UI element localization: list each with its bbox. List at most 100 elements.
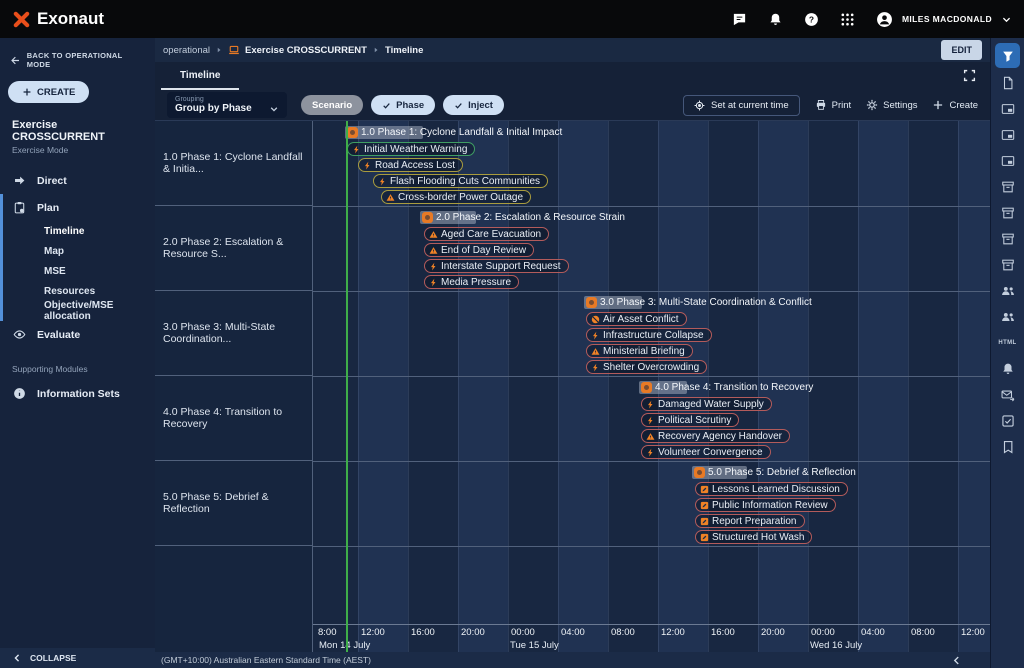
edit-icon xyxy=(700,533,709,542)
breadcrumb-operational[interactable]: operational xyxy=(163,45,210,56)
inject-pill-volunteer-convergence[interactable]: Volunteer Convergence xyxy=(641,445,771,459)
warning-icon xyxy=(646,432,655,441)
bell-icon[interactable] xyxy=(768,12,783,27)
warning-icon xyxy=(386,193,395,202)
inject-pill-end-of-day-review[interactable]: End of Day Review xyxy=(424,243,534,257)
supporting-modules-label: Supporting Modules xyxy=(0,348,155,380)
tab-timeline[interactable]: Timeline xyxy=(161,62,239,90)
inject-pill-report-preparation[interactable]: Report Preparation xyxy=(695,514,805,528)
sidebar-collapse-button[interactable]: COLLAPSE xyxy=(0,648,155,668)
tabbar: Timeline xyxy=(155,62,990,90)
rail-funnel-button[interactable] xyxy=(995,43,1020,68)
axis-line xyxy=(313,624,990,625)
phase-bar[interactable]: 4.0 Phase 4: Transition to Recovery xyxy=(641,381,813,394)
rail-pip-button[interactable] xyxy=(995,149,1020,172)
sidebar-item-direct[interactable]: Direct xyxy=(0,167,155,194)
inject-label: Flash Flooding Cuts Communities xyxy=(390,176,540,187)
rail-users-button[interactable] xyxy=(995,305,1020,328)
inject-label: Volunteer Convergence xyxy=(658,447,763,458)
rail-book-button[interactable] xyxy=(995,435,1020,458)
phase-bar[interactable]: 2.0 Phase 2: Escalation & Resource Strai… xyxy=(422,211,625,224)
rail-mail-button[interactable] xyxy=(995,383,1020,406)
day-label: Mon 14 July xyxy=(319,640,370,651)
inject-label: Aged Care Evacuation xyxy=(441,229,541,240)
time-tick-label: 16:00 xyxy=(711,627,735,638)
lightning-icon xyxy=(352,145,361,154)
rail-bell-button[interactable] xyxy=(995,357,1020,380)
rail-archive-button[interactable] xyxy=(995,201,1020,224)
filter-chip-inject[interactable]: Inject xyxy=(443,95,504,115)
filter-chip-scenario[interactable]: Scenario xyxy=(301,95,363,115)
grouping-select[interactable]: Grouping Group by Phase xyxy=(167,92,287,118)
inject-pill-road-access-lost[interactable]: Road Access Lost xyxy=(358,158,463,172)
sidebar-item-plan[interactable]: Plan xyxy=(0,194,155,221)
row-separator xyxy=(313,546,990,547)
inject-pill-flash-flooding-cuts-communities[interactable]: Flash Flooding Cuts Communities xyxy=(373,174,548,188)
rail-collapse-chevron-icon[interactable] xyxy=(951,655,962,666)
sidebar-item-evaluate[interactable]: Evaluate xyxy=(0,321,155,348)
settings-button[interactable]: Settings xyxy=(866,99,917,111)
sidebar-item-mse[interactable]: MSE xyxy=(0,261,155,281)
inject-pill-shelter-overcrowding[interactable]: Shelter Overcrowding xyxy=(586,360,707,374)
html-icon: HTML xyxy=(998,340,1016,346)
fullscreen-icon[interactable] xyxy=(963,69,976,82)
rail-users-button[interactable] xyxy=(995,279,1020,302)
help-icon[interactable]: ? xyxy=(804,12,819,27)
rail-pip-button[interactable] xyxy=(995,123,1020,146)
inject-label: Damaged Water Supply xyxy=(658,399,764,410)
user-menu[interactable]: MILES MACDONALD xyxy=(876,11,1012,28)
rail-archive-button[interactable] xyxy=(995,227,1020,250)
phase-marker-icon xyxy=(694,467,705,478)
sidebar-item-map[interactable]: Map xyxy=(0,241,155,261)
inject-pill-ministerial-briefing[interactable]: Ministerial Briefing xyxy=(586,344,693,358)
rail-html-button[interactable]: HTML xyxy=(995,331,1020,354)
lightning-icon xyxy=(646,400,655,409)
time-tick-label: 00:00 xyxy=(511,627,535,638)
sidebar-item-objective-mse-allocation[interactable]: Objective/MSE allocation xyxy=(0,301,155,321)
sidebar-item-information-sets[interactable]: Information Sets xyxy=(0,380,155,407)
rail-file-button[interactable] xyxy=(995,71,1020,94)
filter-chip-phase[interactable]: Phase xyxy=(371,95,435,115)
create-button[interactable]: CREATE xyxy=(8,81,89,103)
inject-pill-initial-weather-warning[interactable]: Initial Weather Warning xyxy=(347,142,475,156)
inject-pill-air-asset-conflict[interactable]: Air Asset Conflict xyxy=(586,312,687,326)
phase-bar[interactable]: 3.0 Phase 3: Multi-State Coordination & … xyxy=(586,296,812,309)
sidebar-item-label: Direct xyxy=(37,175,67,187)
inject-pill-public-information-review[interactable]: Public Information Review xyxy=(695,498,836,512)
timezone-note: (GMT+10:00) Australian Eastern Standard … xyxy=(161,655,371,665)
print-button[interactable]: Print xyxy=(815,99,852,111)
phase-bar[interactable]: 1.0 Phase 1: Cyclone Landfall & Initial … xyxy=(347,126,562,139)
inject-pill-media-pressure[interactable]: Media Pressure xyxy=(424,275,519,289)
message-icon[interactable] xyxy=(732,12,747,27)
inject-pill-recovery-agency-handover[interactable]: Recovery Agency Handover xyxy=(641,429,790,443)
grid-apps-icon[interactable] xyxy=(840,12,855,27)
back-to-operational-mode-button[interactable]: BACK TO OPERATIONAL MODE xyxy=(0,44,155,76)
create-inject-button[interactable]: Create xyxy=(932,99,978,111)
rail-task-button[interactable] xyxy=(995,409,1020,432)
arrow-left-icon xyxy=(10,55,21,66)
set-at-current-time-button[interactable]: Set at current time xyxy=(683,95,800,116)
topbar: Exonaut ? MILES MACDONALD xyxy=(0,0,1024,38)
breadcrumb-exercise[interactable]: Exercise CROSSCURRENT xyxy=(245,45,367,56)
archive-icon xyxy=(1001,206,1015,220)
inject-pill-structured-hot-wash[interactable]: Structured Hot Wash xyxy=(695,530,812,544)
inject-pill-damaged-water-supply[interactable]: Damaged Water Supply xyxy=(641,397,772,411)
rail-pip-button[interactable] xyxy=(995,97,1020,120)
inject-pill-interstate-support-request[interactable]: Interstate Support Request xyxy=(424,259,569,273)
sidebar-item-timeline[interactable]: Timeline xyxy=(0,221,155,241)
phase-bar[interactable]: 5.0 Phase 5: Debrief & Reflection xyxy=(694,466,856,479)
edit-button[interactable]: EDIT xyxy=(941,40,982,60)
inject-pill-lessons-learned-discussion[interactable]: Lessons Learned Discussion xyxy=(695,482,848,496)
pip-icon xyxy=(1001,128,1015,142)
inject-pill-cross-border-power-outage[interactable]: Cross-border Power Outage xyxy=(381,190,531,204)
rail-archive-button[interactable] xyxy=(995,175,1020,198)
sidebar-item-resources[interactable]: Resources xyxy=(0,281,155,301)
time-tick-label: 00:00 xyxy=(811,627,835,638)
inject-pill-aged-care-evacuation[interactable]: Aged Care Evacuation xyxy=(424,227,549,241)
exercise-mode-label: Exercise Mode xyxy=(0,143,155,167)
svg-text:?: ? xyxy=(809,14,814,24)
inject-pill-infrastructure-collapse[interactable]: Infrastructure Collapse xyxy=(586,328,712,342)
inject-pill-political-scrutiny[interactable]: Political Scrutiny xyxy=(641,413,739,427)
time-column xyxy=(908,121,958,652)
rail-archive-button[interactable] xyxy=(995,253,1020,276)
